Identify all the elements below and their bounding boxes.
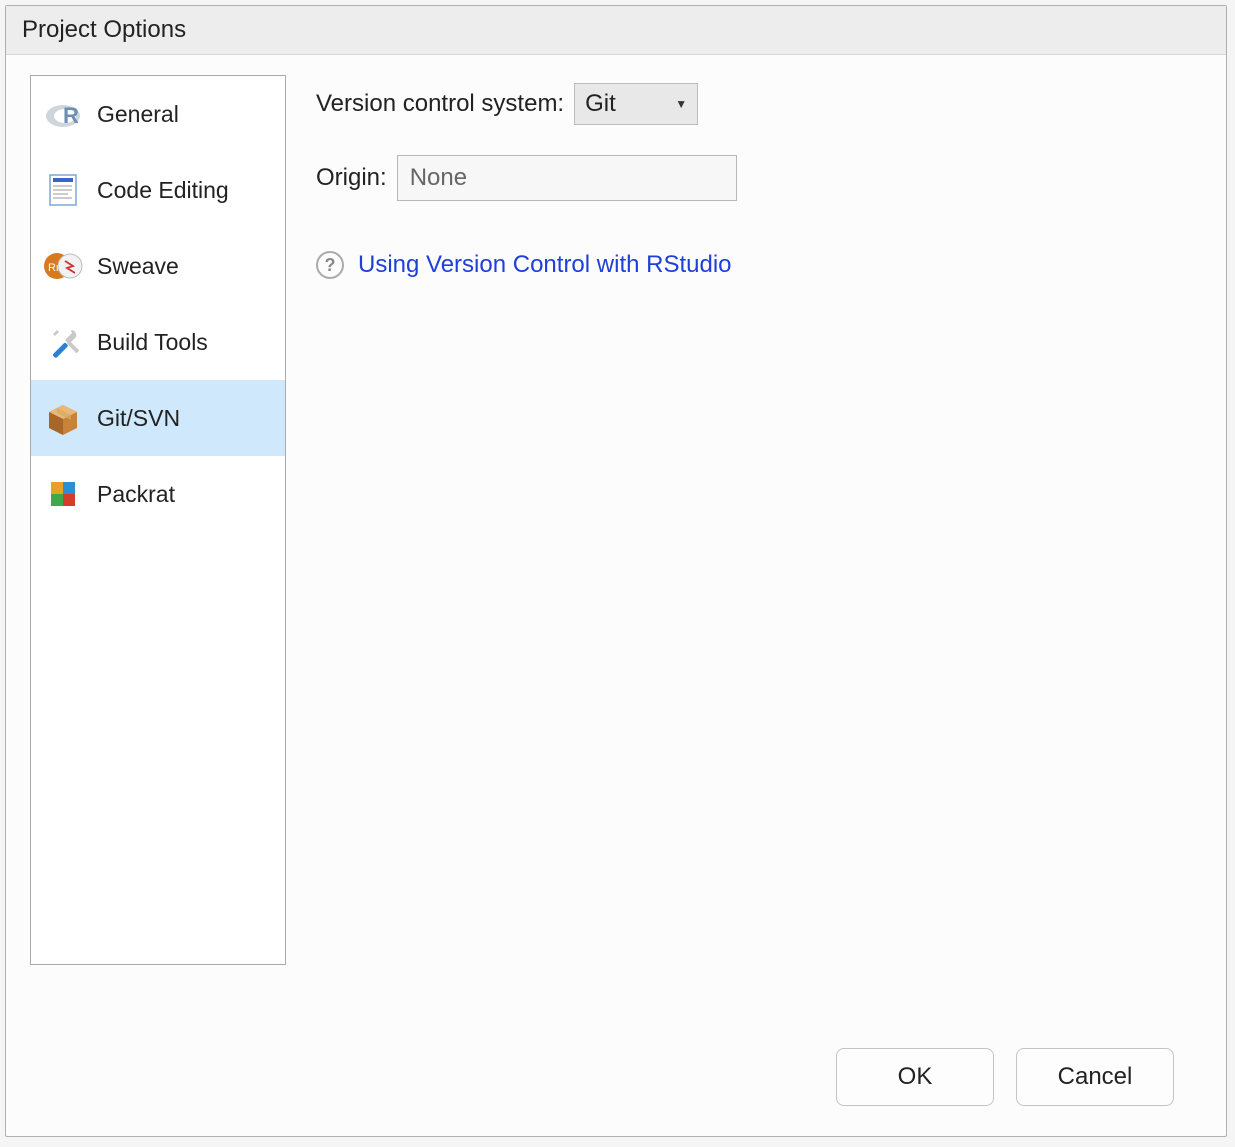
r-logo-icon: R [43,94,83,134]
main-panel: Version control system: Git ▼ Origin: No… [316,75,1202,1028]
origin-label: Origin: [316,164,387,192]
sidebar-item-code-editing[interactable]: Code Editing [31,152,285,228]
dialog-body: R General Code Editing [6,55,1226,1028]
sweave-icon: Rnw [43,246,83,286]
cancel-button[interactable]: Cancel [1016,1048,1174,1106]
vcs-row: Version control system: Git ▼ [316,83,1202,125]
sidebar-item-general[interactable]: R General [31,76,285,152]
sidebar-item-git-svn[interactable]: Git/SVN [31,380,285,456]
sidebar-item-label: Build Tools [97,329,208,356]
chevron-down-icon: ▼ [675,97,687,111]
document-icon [43,170,83,210]
dialog-title: Project Options [6,6,1226,55]
help-link[interactable]: Using Version Control with RStudio [358,251,732,279]
sidebar-item-packrat[interactable]: Packrat [31,456,285,532]
tools-icon [43,322,83,362]
vcs-select[interactable]: Git ▼ [574,83,698,125]
sidebar-item-label: Code Editing [97,177,229,204]
sidebar-item-build-tools[interactable]: Build Tools [31,304,285,380]
project-options-dialog: Project Options R General [5,5,1227,1137]
origin-row: Origin: None [316,155,1202,201]
vcs-select-value: Git [585,90,616,118]
vcs-label: Version control system: [316,90,564,118]
ok-button[interactable]: OK [836,1048,994,1106]
sidebar-item-label: General [97,101,179,128]
sidebar-item-label: Git/SVN [97,405,180,432]
sidebar-item-label: Packrat [97,481,175,508]
sidebar: R General Code Editing [30,75,286,965]
packrat-icon [43,474,83,514]
sidebar-item-sweave[interactable]: Rnw Sweave [31,228,285,304]
dialog-footer: OK Cancel [6,1028,1226,1136]
help-row: ? Using Version Control with RStudio [316,251,1202,279]
svg-text:R: R [63,103,79,128]
sidebar-item-label: Sweave [97,253,179,280]
help-icon[interactable]: ? [316,251,344,279]
origin-field[interactable]: None [397,155,737,201]
package-box-icon [43,398,83,438]
